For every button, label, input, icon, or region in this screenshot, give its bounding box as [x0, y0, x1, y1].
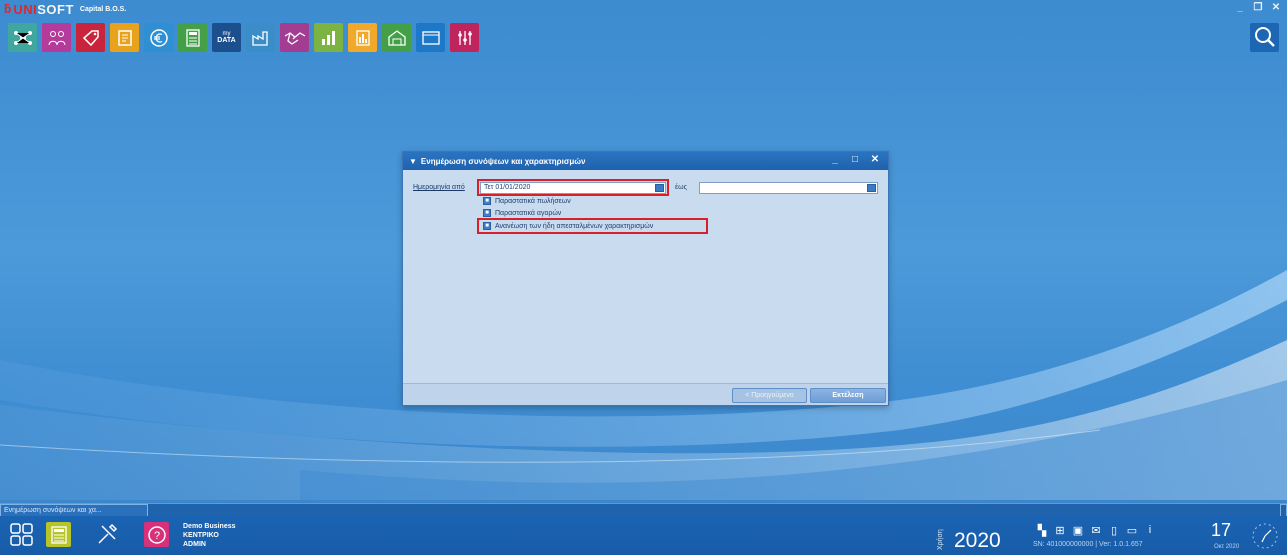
company-name: Demo Business	[183, 523, 236, 530]
dialog-body: Ημερομηνία από Τετ 01/01/2020 έως ■ Παρα…	[403, 170, 888, 383]
printer-stack-icon[interactable]: ▚	[1036, 524, 1048, 537]
previous-button[interactable]: < Προηγούμενο	[732, 388, 807, 403]
dialog-close-button[interactable]: ✕	[870, 154, 880, 165]
status-icons: ▚ ⊞ ▣ ✉ ▯ ▭ i	[1036, 524, 1156, 537]
tag-icon[interactable]	[76, 23, 105, 52]
sales-docs-checkbox[interactable]: ■	[483, 197, 491, 205]
clock-icon	[1252, 523, 1278, 549]
dialog-maximize-button[interactable]: □	[850, 154, 860, 165]
app-logo: ƃ UNI SOFT Capital B.O.S.	[4, 1, 127, 17]
settings-icon[interactable]	[450, 23, 479, 52]
mydata-icon[interactable]: my DATA	[212, 23, 241, 52]
handshake-icon[interactable]	[280, 23, 309, 52]
factory-icon[interactable]	[246, 23, 275, 52]
dialog-controls: _ □ ✕	[830, 154, 880, 165]
dialog-minimize-button[interactable]: _	[830, 154, 840, 165]
window-icon[interactable]	[416, 23, 445, 52]
purchase-docs-checkbox-row[interactable]: ■ Παραστατικά αγορών	[483, 209, 561, 217]
minimize-button[interactable]: _	[1235, 2, 1245, 13]
close-button[interactable]: ✕	[1271, 2, 1281, 13]
dialog-footer: < Προηγούμενο Εκτέλεση	[403, 383, 888, 405]
company-info: Demo Business ΚΕΝΤΡΙΚΟ ADMIN	[183, 522, 236, 549]
restore-button[interactable]: ❐	[1253, 2, 1263, 13]
logo-uni: UNI	[13, 1, 38, 17]
calculator-icon[interactable]	[46, 522, 71, 547]
open-windows-strip: Ενημέρωση συνόψεων και χα...	[0, 503, 1287, 517]
calculator-icon[interactable]	[178, 23, 207, 52]
network-icon[interactable]	[8, 23, 37, 52]
refresh-highlight-box	[477, 218, 708, 234]
document-icon[interactable]: ▯	[1108, 524, 1120, 537]
bottom-bar: ? Demo Business ΚΕΝΤΡΙΚΟ ADMIN Χρήση 202…	[0, 516, 1287, 555]
info-icon[interactable]: i	[1144, 524, 1156, 537]
warehouse-icon[interactable]	[382, 23, 411, 52]
logo-subtitle: Capital B.O.S.	[79, 6, 127, 13]
serial-version: SN: 401000000000 | Ver: 1.0.1.657	[1033, 541, 1143, 548]
dialog-title-bar[interactable]: ▼ Ενημέρωση συνόψεων και χαρακτηρισμών _…	[403, 152, 888, 170]
execute-button[interactable]: Εκτέλεση	[810, 388, 886, 403]
purchase-docs-checkbox[interactable]: ■	[483, 209, 491, 217]
branch-name: ΚΕΝΤΡΙΚΟ	[183, 532, 219, 539]
grid-icon[interactable]: ⊞	[1054, 524, 1066, 537]
date-from-label: Ημερομηνία από	[413, 184, 465, 191]
people-icon[interactable]	[42, 23, 71, 52]
fiscal-year[interactable]: 2020	[954, 529, 1001, 553]
apps-grid-icon[interactable]	[9, 522, 34, 547]
calendar-month: Οκτ 2020	[1214, 544, 1240, 550]
purchase-docs-label: Παραστατικά αγορών	[495, 209, 562, 217]
dialog-title: Ενημέρωση συνόψεων και χαρακτηρισμών	[420, 156, 586, 166]
printer-icon[interactable]: ▣	[1072, 524, 1084, 537]
logo-mark: ƃ	[4, 2, 12, 16]
date-to-label: έως	[675, 184, 687, 191]
date-highlight-box	[477, 179, 669, 196]
report-icon[interactable]	[348, 23, 377, 52]
update-summaries-dialog: ▼ Ενημέρωση συνόψεων και χαρακτηρισμών _…	[402, 151, 889, 406]
fiscal-year-label: Χρήση	[937, 529, 944, 550]
window-controls: _ ❐ ✕	[1235, 2, 1281, 13]
sales-docs-checkbox-row[interactable]: ■ Παραστατικά πωλήσεων	[483, 197, 571, 205]
window-list-icon[interactable]: ▭	[1126, 524, 1138, 537]
search-icon	[1255, 27, 1275, 47]
calendar-day: 17	[1211, 520, 1232, 540]
svg-text:?: ?	[153, 530, 159, 542]
sales-docs-label: Παραστατικά πωλήσεων	[495, 197, 571, 205]
help-icon[interactable]: ?	[144, 522, 169, 547]
user-name: ADMIN	[183, 541, 206, 548]
logo-soft: SOFT	[37, 1, 74, 17]
chevron-down-icon: ▼	[409, 156, 417, 166]
top-bar: ƃ UNI SOFT Capital B.O.S. _ ❐ ✕ my DATA	[0, 0, 1287, 56]
calendar-icon[interactable]	[867, 184, 876, 192]
euro-icon[interactable]	[144, 23, 173, 52]
ledger-icon[interactable]	[110, 23, 139, 52]
tools-icon[interactable]	[95, 522, 120, 547]
date-to-field[interactable]	[699, 182, 878, 194]
mydata-label-2: DATA	[217, 37, 236, 44]
search-button[interactable]	[1250, 23, 1279, 52]
module-toolbar: my DATA	[8, 23, 479, 52]
mail-icon[interactable]: ✉	[1090, 524, 1102, 537]
bar-chart-icon[interactable]	[314, 23, 343, 52]
